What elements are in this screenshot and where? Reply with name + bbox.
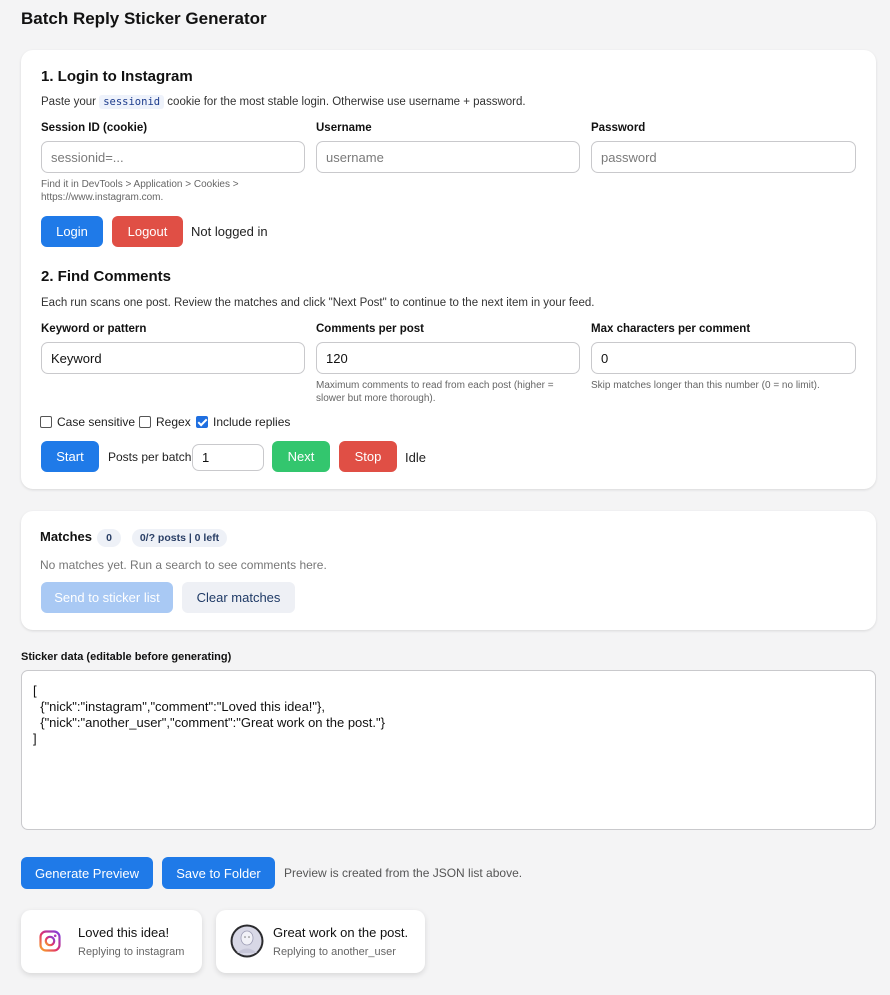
- search-status: Idle: [405, 450, 426, 465]
- max-chars-hint: Skip matches longer than this number (0 …: [591, 380, 820, 391]
- max-chars-label: Max characters per comment: [591, 323, 751, 335]
- regex-label: Regex: [156, 415, 191, 429]
- matches-title: Matches: [40, 529, 93, 544]
- posts-per-batch-label: Posts per batch: [108, 450, 192, 464]
- sticker-data-label: Sticker data (editable before generating…: [21, 651, 232, 663]
- regex-option[interactable]: Regex: [139, 415, 191, 429]
- sticker-preview: Loved this idea! Replying to instagram: [21, 910, 202, 973]
- generate-preview-button[interactable]: Generate Preview: [21, 857, 153, 889]
- include-replies-checkbox[interactable]: [196, 416, 208, 428]
- matches-progress-badge: 0/? posts | 0 left: [132, 529, 227, 547]
- settings-card: 1. Login to Instagram Paste your session…: [21, 50, 876, 489]
- session-id-label: Session ID (cookie): [41, 122, 148, 134]
- sessionid-code: sessionid: [99, 95, 165, 109]
- comments-per-post-label: Comments per post: [316, 323, 424, 335]
- comments-per-post-hint: Maximum comments to read from each post …: [316, 380, 554, 404]
- preview-comment: Great work on the post.: [273, 925, 409, 940]
- stop-button[interactable]: Stop: [339, 441, 397, 472]
- login-desc-before: Paste your: [41, 96, 96, 108]
- preview-reply: Replying to another_user: [273, 946, 396, 958]
- login-status: Not logged in: [191, 224, 268, 239]
- page-title: Batch Reply Sticker Generator: [21, 9, 267, 28]
- matches-empty-text: No matches yet. Run a search to see comm…: [40, 558, 327, 572]
- preview-note: Preview is created from the JSON list ab…: [284, 866, 523, 880]
- logout-button[interactable]: Logout: [112, 216, 183, 247]
- username-input[interactable]: [316, 141, 580, 173]
- preview-reply: Replying to instagram: [78, 946, 185, 958]
- sticker-data-textarea[interactable]: [ {"nick":"instagram","comment":"Loved t…: [21, 670, 876, 830]
- clear-matches-button[interactable]: Clear matches: [182, 582, 295, 613]
- instagram-logo-icon: [39, 930, 61, 952]
- matches-card: Matches 0 0/? posts | 0 left No matches …: [21, 511, 876, 630]
- password-input[interactable]: [591, 141, 856, 173]
- sticker-preview: Great work on the post. Replying to anot…: [216, 910, 425, 973]
- start-button[interactable]: Start: [41, 441, 99, 472]
- case-sensitive-option[interactable]: Case sensitive: [40, 415, 135, 429]
- session-id-input[interactable]: [41, 141, 305, 173]
- case-sensitive-label: Case sensitive: [57, 415, 136, 429]
- posts-per-batch-input[interactable]: [192, 444, 264, 471]
- max-chars-input[interactable]: [591, 342, 856, 374]
- case-sensitive-checkbox[interactable]: [40, 416, 52, 428]
- next-button[interactable]: Next: [272, 441, 330, 472]
- login-description: Paste your sessionid cookie for the most…: [41, 95, 526, 109]
- login-desc-after: cookie for the most stable login. Otherw…: [167, 96, 526, 108]
- find-description: Each run scans one post. Review the matc…: [41, 297, 595, 309]
- send-to-sticker-list-button[interactable]: Send to sticker list: [41, 582, 173, 613]
- preview-comment: Loved this idea!: [78, 925, 170, 940]
- password-label: Password: [591, 122, 646, 134]
- include-replies-label: Include replies: [213, 415, 291, 429]
- save-to-folder-button[interactable]: Save to Folder: [162, 857, 275, 889]
- login-button[interactable]: Login: [41, 216, 103, 247]
- username-label: Username: [316, 122, 372, 134]
- session-id-hint: Find it in DevTools > Application > Cook…: [41, 179, 239, 203]
- login-section-title: 1. Login to Instagram: [41, 68, 193, 85]
- default-avatar-icon: [230, 924, 264, 958]
- find-section-title: 2. Find Comments: [41, 268, 172, 285]
- keyword-input[interactable]: [41, 342, 305, 374]
- comments-per-post-input[interactable]: [316, 342, 580, 374]
- matches-count-badge: 0: [97, 529, 121, 547]
- include-replies-option[interactable]: Include replies: [196, 415, 290, 429]
- regex-checkbox[interactable]: [139, 416, 151, 428]
- keyword-label: Keyword or pattern: [41, 323, 147, 335]
